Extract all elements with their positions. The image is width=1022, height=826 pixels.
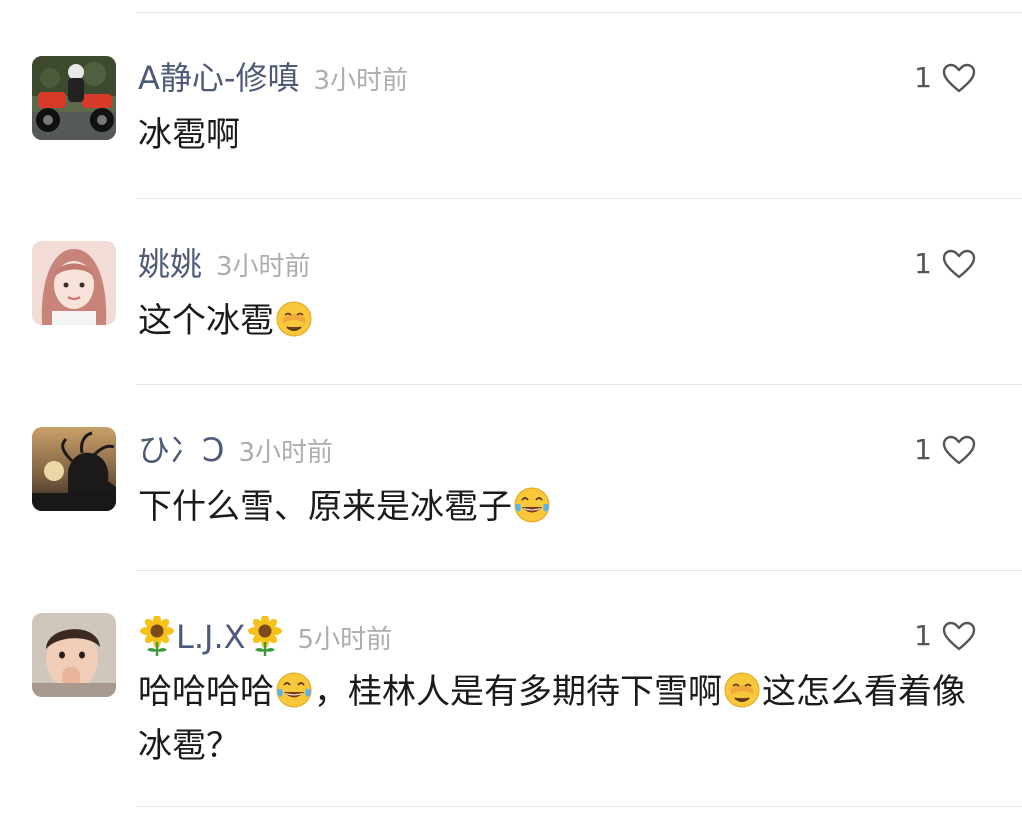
heart-icon[interactable] bbox=[942, 63, 976, 93]
comment-text-segment: 下什么雪、原来是冰雹子 bbox=[138, 487, 512, 527]
timestamp: 3小时前 bbox=[216, 252, 311, 282]
comment-text-segment: ，桂林人是有多期待下雪啊 bbox=[314, 672, 722, 712]
comment-text-segment: 这个冰雹 bbox=[138, 301, 274, 341]
heart-icon[interactable] bbox=[942, 435, 976, 465]
divider bbox=[136, 198, 1022, 199]
username[interactable]: 姚姚 bbox=[138, 244, 202, 284]
comment-text-segment: 冰雹啊 bbox=[138, 115, 240, 155]
tears-of-joy-emoji bbox=[276, 672, 312, 708]
comment-text: 下什么雪、原来是冰雹子 bbox=[138, 480, 978, 534]
like-count: 1 bbox=[914, 247, 932, 280]
username[interactable]: A静心-修嗔 bbox=[138, 58, 299, 98]
timestamp: 3小时前 bbox=[238, 438, 334, 468]
like-count: 1 bbox=[914, 619, 932, 652]
motorcycle-rider-avatar[interactable] bbox=[32, 56, 116, 140]
like-button[interactable]: 1 bbox=[914, 244, 976, 284]
username-text: L.J.X bbox=[176, 618, 246, 656]
sunset-silhouette-avatar[interactable] bbox=[32, 427, 116, 511]
like-count: 1 bbox=[914, 61, 932, 94]
divider bbox=[136, 12, 1022, 13]
face-with-hand-over-eyes-emoji bbox=[276, 301, 312, 337]
comment-text: 哈哈哈哈 ，桂林人是有多期待下雪啊 这怎么看着像冰雹？ bbox=[138, 665, 978, 773]
like-button[interactable]: 1 bbox=[914, 430, 976, 470]
timestamp: 3小时前 bbox=[313, 66, 408, 96]
comment-list: A静心-修嗔 3小时前 1 冰雹啊 姚姚 3小时前 1 这个冰雹 ひ冫Ͻ 3小时… bbox=[0, 0, 1022, 826]
comment-text: 冰雹啊 bbox=[138, 108, 978, 162]
sunflower-icon bbox=[140, 616, 174, 656]
username[interactable]: ひ冫Ͻ bbox=[138, 430, 225, 470]
child-photo-avatar[interactable] bbox=[32, 613, 116, 697]
username[interactable]: L.J.X bbox=[138, 616, 284, 657]
divider bbox=[136, 570, 1022, 571]
like-count: 1 bbox=[914, 433, 932, 466]
comment-text-segment: 哈哈哈哈 bbox=[138, 672, 274, 712]
like-button[interactable]: 1 bbox=[914, 58, 976, 98]
heart-icon[interactable] bbox=[942, 621, 976, 651]
divider bbox=[136, 384, 1022, 385]
comment-text: 这个冰雹 bbox=[138, 294, 978, 348]
heart-icon[interactable] bbox=[942, 249, 976, 279]
tears-of-joy-emoji bbox=[514, 487, 550, 523]
face-with-hand-over-eyes-emoji bbox=[724, 672, 760, 708]
sunflower-icon bbox=[247, 616, 282, 656]
timestamp: 5小时前 bbox=[297, 625, 393, 655]
like-button[interactable]: 1 bbox=[914, 616, 976, 656]
divider bbox=[136, 806, 1022, 807]
girl-portrait-avatar[interactable] bbox=[32, 241, 116, 325]
